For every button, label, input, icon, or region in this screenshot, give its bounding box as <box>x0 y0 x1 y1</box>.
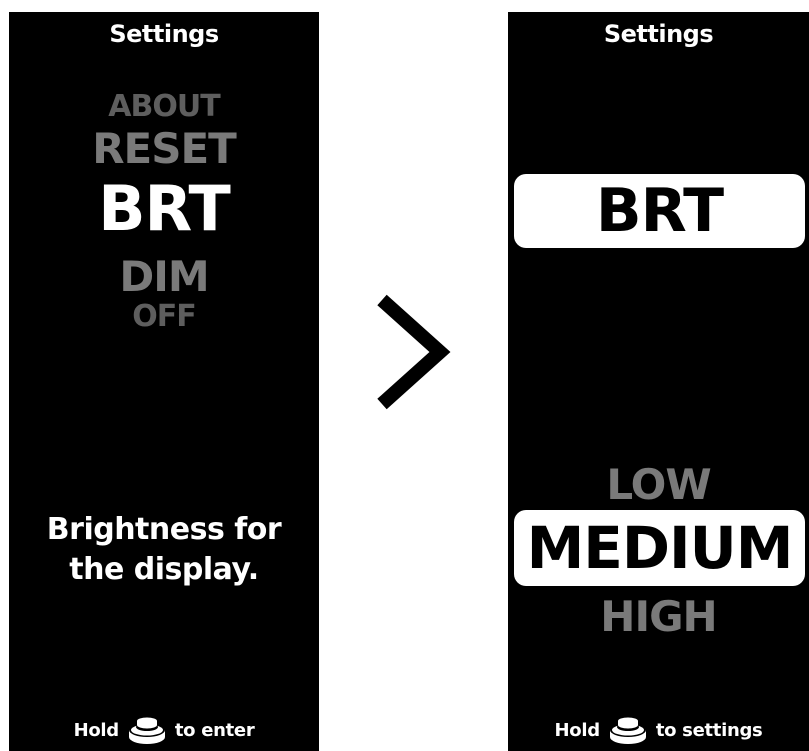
hint-suffix: to enter <box>174 719 255 741</box>
hint-suffix: to settings <box>655 719 763 741</box>
selected-setting-pill: BRT <box>514 174 805 248</box>
menu-item-reset[interactable]: RESET <box>9 128 319 170</box>
description-line-1: Brightness for <box>46 512 282 547</box>
screen-title: Settings <box>109 20 219 48</box>
hold-hint: Hold to settings <box>508 715 809 745</box>
option-low[interactable]: LOW <box>508 464 809 506</box>
setting-name: BRT <box>595 176 724 246</box>
option-medium: MEDIUM <box>526 514 794 582</box>
chevron-right-icon <box>377 294 451 410</box>
menu-item-dim[interactable]: DIM <box>9 256 319 298</box>
menu-item-about[interactable]: ABOUT <box>9 92 319 122</box>
push-button-icon <box>128 717 165 744</box>
brightness-setting-screen: Settings BRT LOW MEDIUM HIGH Hold to set… <box>508 12 809 751</box>
push-button-icon <box>609 717 646 744</box>
hold-hint: Hold to enter <box>9 715 319 745</box>
hint-prefix: Hold <box>554 719 601 741</box>
menu-item-brt[interactable]: BRT <box>9 178 319 240</box>
settings-menu-screen: Settings ABOUT RESET BRT DIM OFF Brightn… <box>9 12 319 751</box>
option-medium-selected[interactable]: MEDIUM <box>514 510 805 586</box>
description-line-2: the display. <box>69 552 259 587</box>
menu-item-off[interactable]: OFF <box>9 302 319 332</box>
option-high[interactable]: HIGH <box>508 596 809 638</box>
hint-prefix: Hold <box>73 719 120 741</box>
setting-description: Brightness for the display. <box>9 510 319 590</box>
screen-title: Settings <box>603 20 714 48</box>
